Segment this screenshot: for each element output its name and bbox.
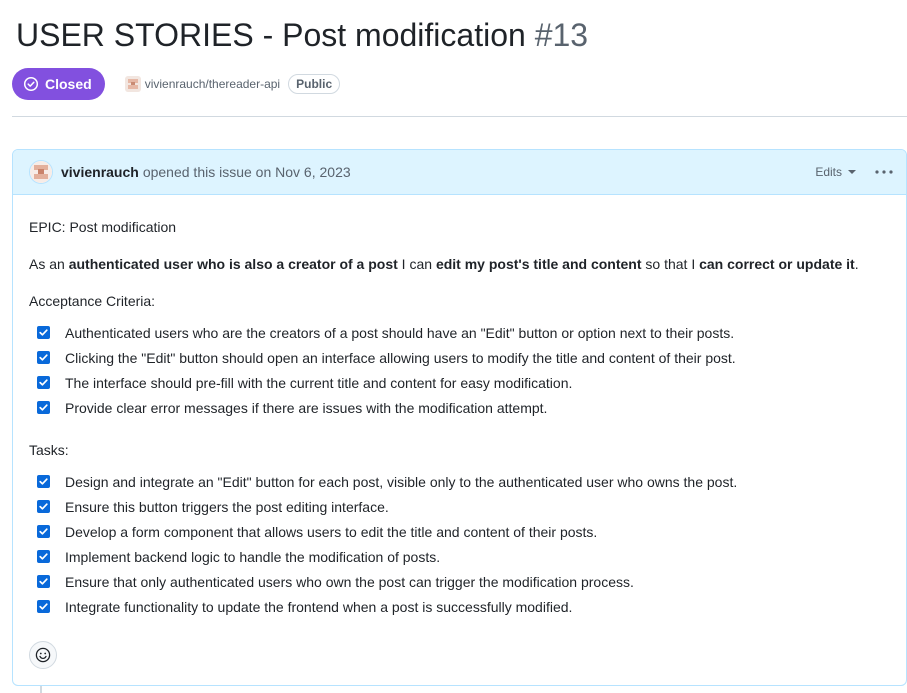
task-list-item: Design and integrate an "Edit" button fo… xyxy=(29,469,737,494)
author-avatar[interactable] xyxy=(29,160,53,184)
task-checkbox[interactable] xyxy=(37,600,50,613)
task-checkbox[interactable] xyxy=(37,326,50,339)
edits-dropdown[interactable]: Edits xyxy=(815,150,856,194)
timeline-line xyxy=(40,686,42,693)
repo-name: vivienrauch/thereader-api xyxy=(144,77,281,91)
chevron-down-icon xyxy=(848,170,856,174)
task-checkbox[interactable] xyxy=(37,376,50,389)
repo-link[interactable]: vivienrauch/thereader-api xyxy=(124,76,281,92)
task-text: Integrate functionality to update the fr… xyxy=(65,598,573,615)
task-list-item: Develop a form component that allows use… xyxy=(29,519,737,544)
task-checkbox[interactable] xyxy=(37,525,50,538)
task-text: Provide clear error messages if there ar… xyxy=(65,399,548,416)
acceptance-heading: Acceptance Criteria: xyxy=(29,293,156,309)
task-checkbox[interactable] xyxy=(37,475,50,488)
task-checkbox[interactable] xyxy=(37,401,50,414)
add-reaction-button[interactable] xyxy=(29,641,57,669)
issue-closed-icon xyxy=(23,76,39,92)
task-text: Authenticated users who are the creators… xyxy=(65,324,735,341)
comment-header-text: vivienrauch opened this issue on Nov 6, … xyxy=(61,150,351,194)
task-list-item: The interface should pre-fill with the c… xyxy=(29,370,736,395)
task-text: Ensure this button triggers the post edi… xyxy=(65,498,389,515)
task-checkbox[interactable] xyxy=(37,351,50,364)
issue-comment: vivienrauch opened this issue on Nov 6, … xyxy=(12,149,907,686)
task-list-item: Implement backend logic to handle the mo… xyxy=(29,544,737,569)
issue-number: #13 xyxy=(534,17,589,53)
repo-owner-avatar xyxy=(124,76,141,92)
task-list-item: Authenticated users who are the creators… xyxy=(29,320,736,345)
issue-title-text: USER STORIES - Post modification xyxy=(16,17,526,53)
task-text: Design and integrate an "Edit" button fo… xyxy=(65,473,738,490)
tasks-heading: Tasks: xyxy=(29,442,69,458)
header-divider xyxy=(12,116,907,117)
epic-line: EPIC: Post modification xyxy=(29,219,177,235)
task-list-item: Ensure that only authenticated users who… xyxy=(29,569,737,594)
smiley-icon xyxy=(35,647,51,663)
task-checkbox[interactable] xyxy=(37,500,50,513)
opened-text: opened this issue on Nov 6, 2023 xyxy=(142,164,351,180)
user-story: As an authenticated user who is also a c… xyxy=(29,256,859,272)
issue-meta: Closed vivienrauch/thereader-api Public xyxy=(12,68,341,100)
task-list-item: Integrate functionality to update the fr… xyxy=(29,594,737,619)
state-label: Closed xyxy=(45,76,92,92)
state-badge: Closed xyxy=(12,68,105,100)
task-list-item: Clicking the "Edit" button should open a… xyxy=(29,345,736,370)
visibility-badge: Public xyxy=(288,74,341,94)
task-text: Implement backend logic to handle the mo… xyxy=(65,548,441,565)
task-list-item: Provide clear error messages if there ar… xyxy=(29,395,736,420)
task-checkbox[interactable] xyxy=(37,550,50,563)
comment-header: vivienrauch opened this issue on Nov 6, … xyxy=(13,150,906,195)
acceptance-task-list: Authenticated users who are the creators… xyxy=(29,320,736,420)
edits-label: Edits xyxy=(815,165,842,179)
task-text: Ensure that only authenticated users who… xyxy=(65,573,634,590)
issue-title: USER STORIES - Post modification #13 xyxy=(16,14,588,56)
tasks-task-list: Design and integrate an "Edit" button fo… xyxy=(29,469,737,619)
task-text: The interface should pre-fill with the c… xyxy=(65,374,573,391)
task-text: Clicking the "Edit" button should open a… xyxy=(65,349,736,366)
kebab-horizontal-icon[interactable] xyxy=(875,164,893,180)
task-list-item: Ensure this button triggers the post edi… xyxy=(29,494,737,519)
author-name[interactable]: vivienrauch xyxy=(61,164,139,180)
task-text: Develop a form component that allows use… xyxy=(65,523,598,540)
task-checkbox[interactable] xyxy=(37,575,50,588)
